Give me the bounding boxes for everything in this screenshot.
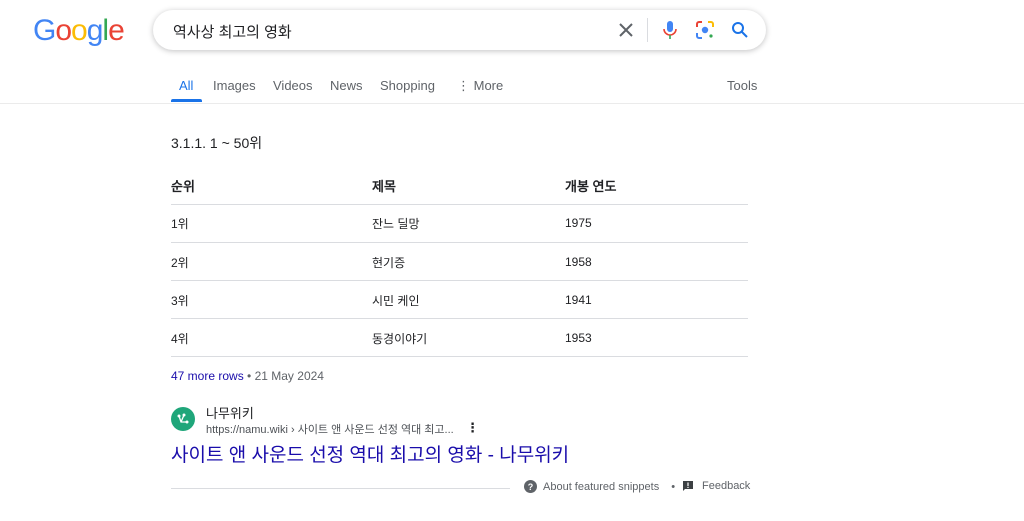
- more-rows-line: 47 more rows • 21 May 2024: [171, 369, 324, 383]
- snippet-section-title: 3.1.1. 1 ~ 50위: [171, 135, 263, 151]
- google-logo[interactable]: Google: [33, 14, 125, 48]
- tab-more[interactable]: ⋮ More: [457, 78, 503, 94]
- divider: [647, 18, 648, 42]
- help-icon: ?: [524, 480, 537, 493]
- lens-icon[interactable]: [693, 18, 717, 42]
- cell-rank: 4위: [171, 332, 189, 346]
- cell-year: 1941: [565, 293, 592, 307]
- namuwiki-favicon[interactable]: [171, 407, 195, 431]
- column-header-title: 제목: [372, 179, 396, 194]
- separator-dot: •: [671, 480, 676, 493]
- cell-title: 동경이야기: [372, 332, 428, 346]
- clear-icon[interactable]: [614, 18, 638, 42]
- row-divider: [171, 356, 748, 357]
- column-header-rank: 순위: [171, 179, 195, 194]
- cell-rank: 3위: [171, 294, 189, 308]
- result-title-link[interactable]: 사이트 앤 사운드 선정 역대 최고의 영화 - 나무위키: [171, 440, 569, 467]
- cell-year: 1953: [565, 331, 592, 345]
- row-divider: [171, 242, 748, 243]
- row-divider: [171, 204, 748, 205]
- cell-year: 1975: [565, 216, 592, 230]
- row-divider: [171, 318, 748, 319]
- more-vert-icon: ⋮: [457, 78, 474, 93]
- about-label: About featured snippets: [543, 480, 660, 493]
- nav-divider: [0, 103, 1024, 104]
- search-input[interactable]: 역사상 최고의 영화: [173, 21, 292, 42]
- feedback-label: Feedback: [702, 480, 751, 492]
- tab-all[interactable]: All: [179, 78, 193, 93]
- tab-more-label: More: [473, 78, 504, 93]
- search-box[interactable]: 역사상 최고의 영화: [153, 10, 766, 50]
- result-site-name[interactable]: 나무위키: [206, 403, 254, 422]
- tab-shopping[interactable]: Shopping: [380, 78, 435, 93]
- tab-videos[interactable]: Videos: [273, 78, 313, 93]
- cell-title: 잔느 딜망: [372, 217, 420, 231]
- row-divider: [171, 280, 748, 281]
- column-header-year: 개봉 연도: [565, 179, 617, 194]
- about-featured-snippets-button[interactable]: ? About featured snippets •: [524, 480, 675, 493]
- cell-rank: 1위: [171, 217, 189, 231]
- tab-images[interactable]: Images: [213, 78, 256, 93]
- cell-title: 시민 케인: [372, 294, 420, 308]
- tools-button[interactable]: Tools: [727, 78, 757, 93]
- more-options-icon[interactable]: ⋮: [466, 420, 479, 436]
- search-icon[interactable]: [728, 18, 752, 42]
- cell-title: 현기증: [372, 256, 406, 270]
- microphone-icon[interactable]: [658, 18, 682, 42]
- svg-text:?: ?: [528, 482, 534, 492]
- snippet-date: 21 May 2024: [254, 369, 324, 383]
- tab-news[interactable]: News: [330, 78, 363, 93]
- result-url[interactable]: https://namu.wiki › 사이트 앤 사운드 선정 역대 최고..…: [206, 421, 454, 437]
- cell-year: 1958: [565, 255, 592, 269]
- cell-rank: 2위: [171, 256, 189, 270]
- active-tab-indicator: [171, 99, 202, 102]
- feedback-icon: [683, 481, 693, 491]
- footer-divider: [171, 488, 510, 489]
- more-rows-link[interactable]: 47 more rows: [171, 369, 244, 383]
- feedback-button[interactable]: Feedback: [682, 480, 750, 492]
